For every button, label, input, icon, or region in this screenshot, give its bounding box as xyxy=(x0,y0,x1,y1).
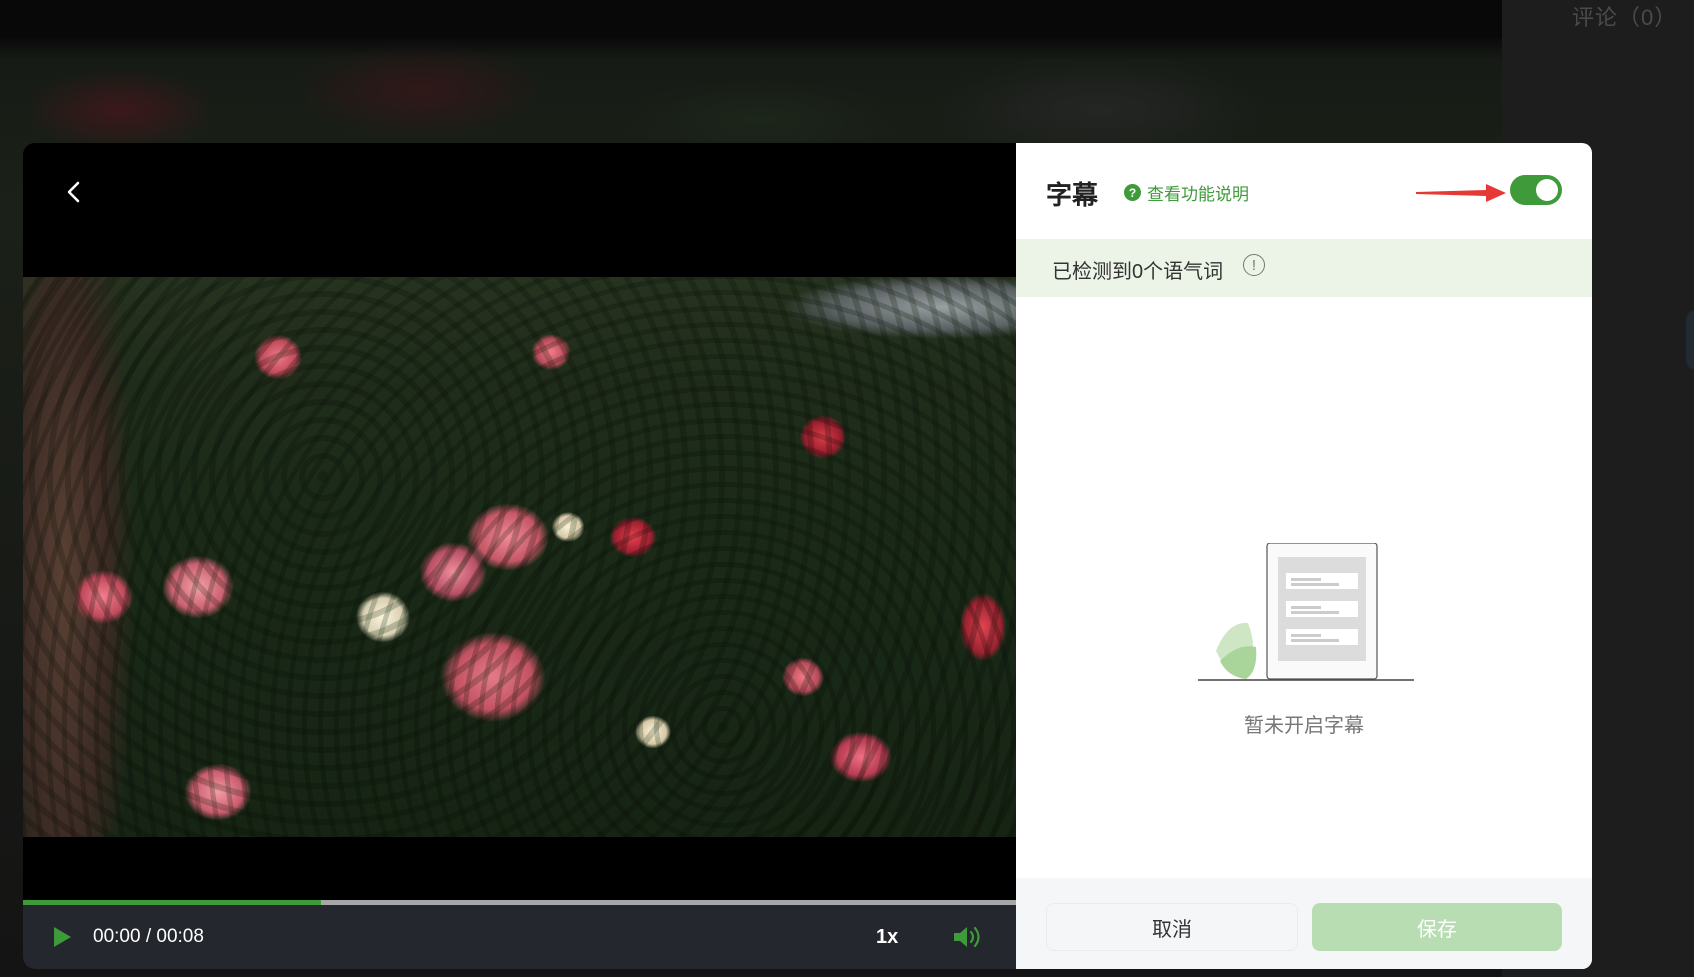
question-circle-icon: ? xyxy=(1124,184,1141,201)
play-icon xyxy=(54,927,71,947)
toggle-knob xyxy=(1536,179,1558,201)
video-frame[interactable] xyxy=(23,277,1016,837)
background-top-strip xyxy=(0,0,1502,38)
red-arrow-icon xyxy=(1416,184,1506,202)
subtitle-panel: 字幕 ? 查看功能说明 已检测到0个语气词 ! 暂未开启字幕 取消 保存 xyxy=(1016,143,1592,969)
help-link-label: 查看功能说明 xyxy=(1147,185,1249,204)
panel-footer: 取消 保存 xyxy=(1016,878,1592,969)
volume-icon xyxy=(954,926,980,948)
video-player: 00:00 / 00:08 1x xyxy=(23,143,1016,969)
video-foliage xyxy=(23,277,1016,837)
filler-word-count: 已检测到0个语气词 xyxy=(1052,261,1224,283)
background-edge-element xyxy=(1686,310,1694,370)
info-icon[interactable]: ! xyxy=(1243,254,1265,276)
volume-button[interactable] xyxy=(951,923,983,951)
empty-state-illustration xyxy=(1198,543,1414,681)
time-display: 00:00 / 00:08 xyxy=(93,926,204,947)
help-link[interactable]: ? 查看功能说明 xyxy=(1124,180,1249,205)
comments-label: 评论（0） xyxy=(1572,5,1678,30)
cancel-button[interactable]: 取消 xyxy=(1046,903,1298,951)
control-bar: 00:00 / 00:08 1x xyxy=(23,905,1016,969)
chevron-left-icon xyxy=(67,181,80,203)
play-button[interactable] xyxy=(51,925,73,949)
save-button[interactable]: 保存 xyxy=(1312,903,1562,951)
panel-title: 字幕 xyxy=(1046,180,1099,210)
back-button[interactable] xyxy=(59,177,89,207)
filler-word-notice: 已检测到0个语气词 ! xyxy=(1016,239,1592,297)
empty-state-text: 暂未开启字幕 xyxy=(1244,715,1364,737)
subtitle-toggle[interactable] xyxy=(1510,175,1562,205)
speed-button[interactable]: 1x xyxy=(876,925,898,949)
